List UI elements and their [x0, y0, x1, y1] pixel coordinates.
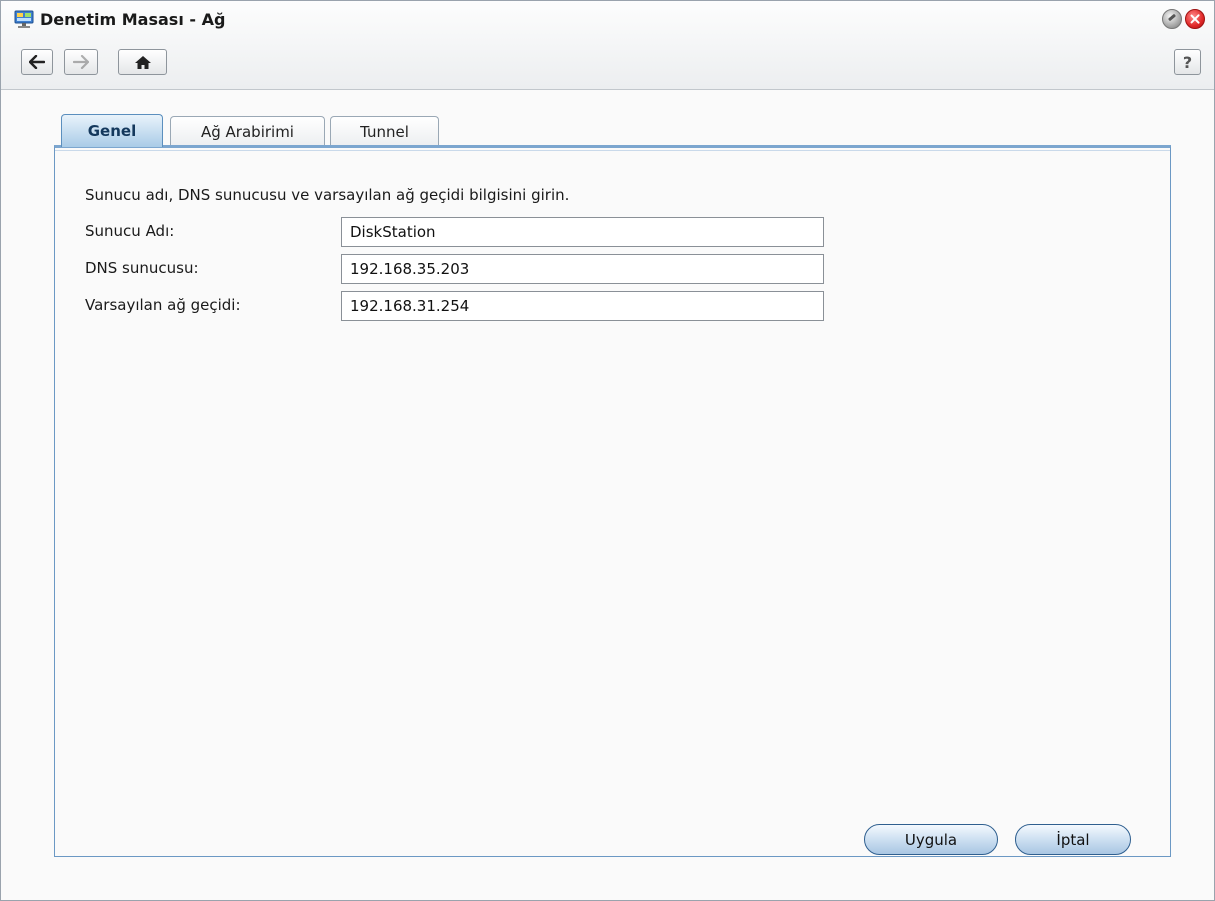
- minimize-icon[interactable]: [1162, 9, 1182, 29]
- arrow-left-icon: [29, 55, 45, 69]
- arrow-right-icon: [73, 55, 89, 69]
- control-panel-window: Denetim Masası - Ağ ? Genel Ağ Arabirimi…: [0, 0, 1215, 901]
- network-monitor-icon: [14, 10, 34, 28]
- server-name-label: Sunucu Adı:: [85, 222, 175, 240]
- tab-network-interface[interactable]: Ağ Arabirimi: [170, 116, 325, 147]
- window-title: Denetim Masası - Ağ: [40, 10, 226, 29]
- dns-server-input[interactable]: [341, 254, 824, 284]
- default-gateway-label: Varsayılan ağ geçidi:: [85, 296, 241, 314]
- forward-button[interactable]: [64, 49, 98, 75]
- tab-tunnel[interactable]: Tunnel: [330, 116, 439, 147]
- dns-server-label: DNS sunucusu:: [85, 259, 199, 277]
- home-icon: [134, 55, 151, 69]
- back-button[interactable]: [21, 49, 53, 75]
- help-button[interactable]: ?: [1174, 49, 1201, 75]
- form-description: Sunucu adı, DNS sunucusu ve varsayılan a…: [85, 186, 570, 204]
- default-gateway-input[interactable]: [341, 291, 824, 321]
- general-settings-panel: Sunucu adı, DNS sunucusu ve varsayılan a…: [54, 145, 1171, 857]
- close-icon[interactable]: [1185, 9, 1205, 29]
- server-name-input[interactable]: [341, 217, 824, 247]
- cancel-button[interactable]: İptal: [1015, 824, 1131, 855]
- apply-button[interactable]: Uygula: [864, 824, 998, 855]
- tab-genel[interactable]: Genel: [61, 114, 163, 147]
- panel-divider: [55, 150, 1170, 151]
- title-bar: Denetim Masası - Ağ ?: [1, 1, 1214, 90]
- home-button[interactable]: [118, 49, 167, 75]
